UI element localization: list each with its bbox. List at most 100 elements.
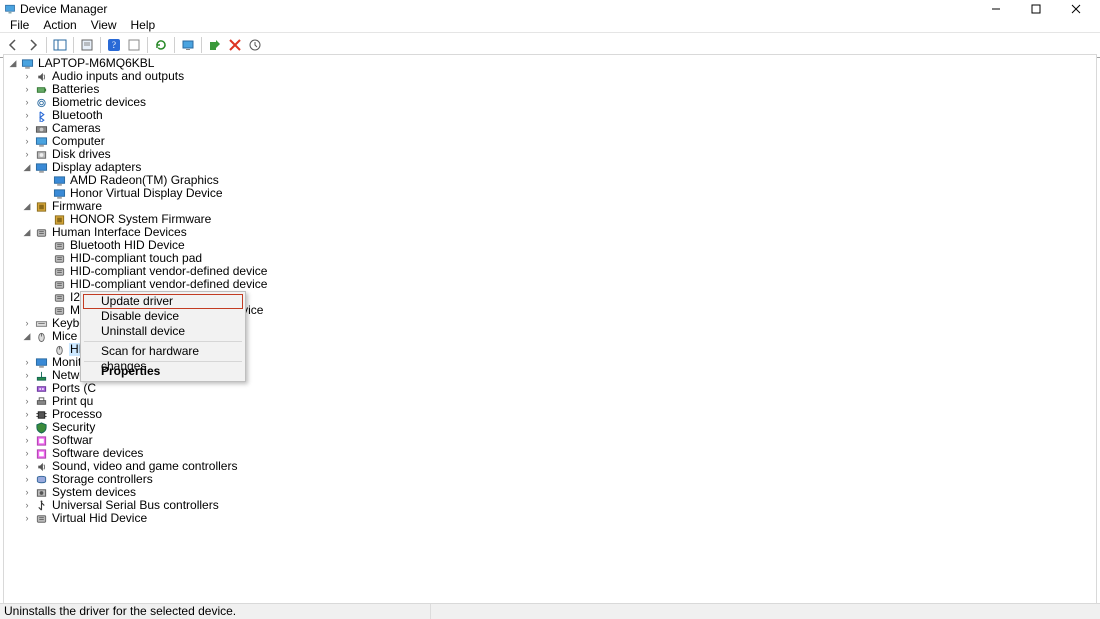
tree-node[interactable]: HID-compliant vendor-defined device <box>4 278 1096 291</box>
collapse-toggle[interactable]: ◢ <box>8 59 18 69</box>
network-icon <box>34 370 48 382</box>
expand-toggle[interactable]: › <box>22 501 32 511</box>
hid-icon <box>52 305 66 317</box>
expand-toggle[interactable]: › <box>22 98 32 108</box>
toggle-placeholder <box>40 254 50 264</box>
update-driver-button[interactable] <box>246 36 264 54</box>
software-icon <box>34 448 48 460</box>
tree-node[interactable]: ›Storage controllers <box>4 473 1096 486</box>
expand-toggle[interactable]: › <box>22 371 32 381</box>
toggle-placeholder <box>40 189 50 199</box>
status-bar: Uninstalls the driver for the selected d… <box>0 603 1100 619</box>
collapse-toggle[interactable]: ◢ <box>22 332 32 342</box>
toggle-placeholder <box>40 280 50 290</box>
help-button[interactable]: ? <box>105 36 123 54</box>
tree-node[interactable]: ›Computer <box>4 135 1096 148</box>
toggle-placeholder <box>40 293 50 303</box>
tree-node[interactable]: ›Batteries <box>4 83 1096 96</box>
expand-toggle[interactable]: › <box>22 488 32 498</box>
expand-toggle[interactable]: › <box>22 111 32 121</box>
menu-view[interactable]: View <box>85 18 123 32</box>
firmware-icon <box>34 201 48 213</box>
port-icon <box>34 383 48 395</box>
context-menu-item[interactable]: Scan for hardware changes <box>83 344 243 359</box>
tree-node[interactable]: ›Biometric devices <box>4 96 1096 109</box>
hid-icon <box>52 292 66 304</box>
hid-icon <box>52 266 66 278</box>
expand-toggle[interactable]: › <box>22 410 32 420</box>
collapse-toggle[interactable]: ◢ <box>22 163 32 173</box>
bluetooth-icon <box>34 110 48 122</box>
audio-icon <box>34 461 48 473</box>
expand-toggle[interactable]: › <box>22 475 32 485</box>
tree-node[interactable]: ›Security <box>4 421 1096 434</box>
context-menu-item[interactable]: Update driver <box>83 294 243 309</box>
expand-toggle[interactable]: › <box>22 72 32 82</box>
back-button[interactable] <box>4 36 22 54</box>
title-bar: Device Manager <box>0 0 1100 17</box>
uninstall-button[interactable] <box>226 36 244 54</box>
context-menu-item[interactable]: Uninstall device <box>83 324 243 339</box>
scan-button[interactable] <box>179 36 197 54</box>
tree-node[interactable]: ›Softwar <box>4 434 1096 447</box>
tree-node[interactable]: › Virtual Hid Device <box>4 512 1096 525</box>
context-menu-item[interactable]: Disable device <box>83 309 243 324</box>
menu-file[interactable]: File <box>4 18 35 32</box>
expand-toggle[interactable]: › <box>22 319 32 329</box>
expand-toggle[interactable]: › <box>22 462 32 472</box>
storage-icon <box>34 474 48 486</box>
expand-toggle[interactable]: › <box>22 124 32 134</box>
forward-button[interactable] <box>24 36 42 54</box>
action-button[interactable] <box>125 36 143 54</box>
system-icon <box>34 487 48 499</box>
disk-icon <box>34 149 48 161</box>
tree-node[interactable]: ›Bluetooth <box>4 109 1096 122</box>
camera-icon <box>34 123 48 135</box>
context-menu-item[interactable]: Properties <box>83 364 243 379</box>
tree-node[interactable]: ›Universal Serial Bus controllers <box>4 499 1096 512</box>
maximize-button[interactable] <box>1016 0 1056 17</box>
biometric-icon <box>34 97 48 109</box>
tree-node[interactable]: ›Ports (C <box>4 382 1096 395</box>
tree-node[interactable]: ›Sound, video and game controllers <box>4 460 1096 473</box>
minimize-button[interactable] <box>976 0 1016 17</box>
tree-node[interactable]: ›Disk drives <box>4 148 1096 161</box>
expand-toggle[interactable]: › <box>22 397 32 407</box>
close-button[interactable] <box>1056 0 1096 17</box>
refresh-button[interactable] <box>152 36 170 54</box>
expand-toggle[interactable]: › <box>22 436 32 446</box>
expand-toggle[interactable]: › <box>22 150 32 160</box>
tree-node[interactable]: ›Print qu <box>4 395 1096 408</box>
tree-node[interactable]: ›Processo <box>4 408 1096 421</box>
show-hide-tree-button[interactable] <box>51 36 69 54</box>
menu-help[interactable]: Help <box>125 18 162 32</box>
tree-node[interactable]: ›Cameras <box>4 122 1096 135</box>
expand-toggle[interactable]: › <box>22 358 32 368</box>
printer-icon <box>34 396 48 408</box>
expand-toggle[interactable]: › <box>22 423 32 433</box>
toggle-placeholder <box>40 345 50 355</box>
tree-node[interactable]: ›Audio inputs and outputs <box>4 70 1096 83</box>
collapse-toggle[interactable]: ◢ <box>22 228 32 238</box>
tree-node-label: Virtual Hid Device <box>51 512 148 525</box>
menu-action[interactable]: Action <box>37 18 82 32</box>
toggle-placeholder <box>40 241 50 251</box>
app-icon <box>4 3 16 15</box>
svg-text:?: ? <box>112 40 116 50</box>
enable-button[interactable] <box>206 36 224 54</box>
display-icon <box>52 188 66 200</box>
expand-toggle[interactable]: › <box>22 85 32 95</box>
hid-icon <box>52 240 66 252</box>
expand-toggle[interactable]: › <box>22 514 32 524</box>
expand-toggle[interactable]: › <box>22 449 32 459</box>
toggle-placeholder <box>40 176 50 186</box>
expand-toggle[interactable]: › <box>22 137 32 147</box>
tree-node[interactable]: Honor Virtual Display Device <box>4 187 1096 200</box>
toggle-placeholder <box>40 306 50 316</box>
display-icon <box>52 175 66 187</box>
properties-button[interactable] <box>78 36 96 54</box>
window-title: Device Manager <box>20 2 107 16</box>
collapse-toggle[interactable]: ◢ <box>22 202 32 212</box>
context-menu-separator <box>84 341 242 342</box>
expand-toggle[interactable]: › <box>22 384 32 394</box>
